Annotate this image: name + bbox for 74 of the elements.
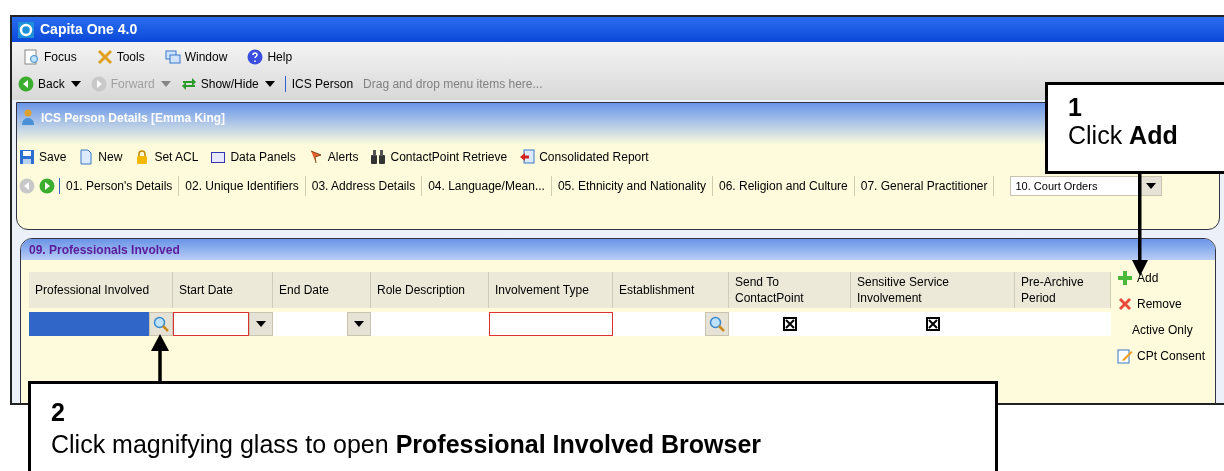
panel-title: ICS Person Details [Emma King]	[41, 110, 226, 127]
tools-icon	[96, 49, 113, 65]
caret-icon	[70, 81, 81, 87]
toolbar-button[interactable]: Data Panels	[210, 148, 296, 166]
column-header: Start Date	[173, 272, 273, 308]
pencil-note-icon	[1117, 348, 1133, 364]
tab-dropdown[interactable]: 10. Court Orders	[1010, 176, 1163, 196]
menu-item[interactable]: Window	[164, 48, 228, 66]
nav-button[interactable]: Back	[18, 75, 65, 93]
arrows-icon	[180, 76, 197, 92]
tab[interactable]: 04. Language/Mean...	[422, 176, 552, 196]
toolbar-button[interactable]: ContactPoint Retrieve	[370, 148, 508, 166]
menu-item[interactable]: Focus	[24, 48, 77, 66]
caret-icon	[160, 81, 171, 87]
tab[interactable]: 05. Ethnicity and Nationality	[551, 176, 713, 196]
report-icon	[519, 149, 536, 165]
tab[interactable]: 06. Religion and Culture	[713, 176, 855, 196]
checkbox[interactable]	[926, 317, 940, 331]
action-button[interactable]: Active Only	[1117, 320, 1206, 340]
help-icon	[247, 49, 264, 65]
column-header: Professional Involved	[29, 272, 173, 308]
magnifier-icon	[153, 316, 169, 332]
toolbar-button[interactable]: Save	[19, 148, 67, 166]
search-button[interactable]	[705, 312, 729, 336]
toolbar-hint: Drag and drop menu items here...	[363, 76, 543, 93]
checkbox[interactable]	[783, 317, 797, 331]
windows-icon	[164, 49, 181, 65]
window-title: Capita One 4.0	[40, 20, 138, 39]
input-field[interactable]	[489, 312, 613, 336]
breadcrumb[interactable]: ICS Person	[291, 75, 354, 93]
magnifier-icon	[709, 316, 725, 332]
toolbar-button[interactable]: Alerts	[307, 148, 359, 166]
callout-number: 1	[1068, 93, 1083, 121]
column-header: Pre-Archive Period	[1015, 272, 1111, 308]
menu-item[interactable]: Tools	[96, 48, 145, 66]
action-button[interactable]: Remove	[1117, 294, 1206, 314]
tab[interactable]: 01. Person's Details	[60, 176, 180, 196]
caret-icon	[256, 321, 266, 327]
section-title: 09. Professionals Involved	[29, 241, 180, 259]
toolbar-button[interactable]: New	[78, 148, 123, 166]
column-header: Role Description	[371, 272, 489, 308]
dropdown-button[interactable]	[347, 312, 371, 336]
action-button[interactable]: CPt Consent	[1117, 346, 1206, 366]
menu-item[interactable]: Help	[247, 48, 293, 66]
action-button[interactable]: Add	[1117, 268, 1206, 288]
search-button[interactable]	[149, 312, 173, 336]
column-header: Send To ContactPoint	[729, 272, 851, 308]
dropdown-button[interactable]	[249, 312, 273, 336]
column-header: Involvement Type	[489, 272, 613, 308]
app-logo-icon	[18, 21, 34, 38]
callout-text: Click magnifying glass to open Professional Involved Browser	[51, 429, 763, 460]
document-icon	[78, 149, 95, 165]
input-field[interactable]	[29, 312, 149, 336]
caret-icon	[354, 321, 364, 327]
tab[interactable]: 03. Address Details	[305, 176, 423, 196]
magnifier-icon	[24, 49, 40, 65]
panel-icon	[210, 149, 227, 165]
toolbar-button[interactable]: Consolidated Report	[519, 148, 649, 166]
caret-icon	[1146, 183, 1157, 189]
binoculars-icon	[370, 149, 387, 165]
caret-icon	[264, 81, 275, 87]
callout-text: Click Add	[1068, 121, 1179, 149]
column-header: Establishment	[613, 272, 729, 308]
nav-button[interactable]: Show/Hide	[180, 75, 259, 93]
column-header: End Date	[273, 272, 371, 308]
cross-icon	[1117, 296, 1133, 312]
input-field[interactable]	[173, 312, 249, 336]
tab[interactable]: 07. General Practitioner	[854, 176, 995, 196]
tab[interactable]: 02. Unique Identifiers	[179, 176, 306, 196]
plus-icon	[1117, 270, 1133, 286]
toolbar-button[interactable]: Set ACL	[134, 148, 199, 166]
person-icon	[21, 109, 35, 125]
callout-number: 2	[51, 397, 66, 428]
column-header: Sensitive Service Involvement	[851, 272, 1015, 308]
